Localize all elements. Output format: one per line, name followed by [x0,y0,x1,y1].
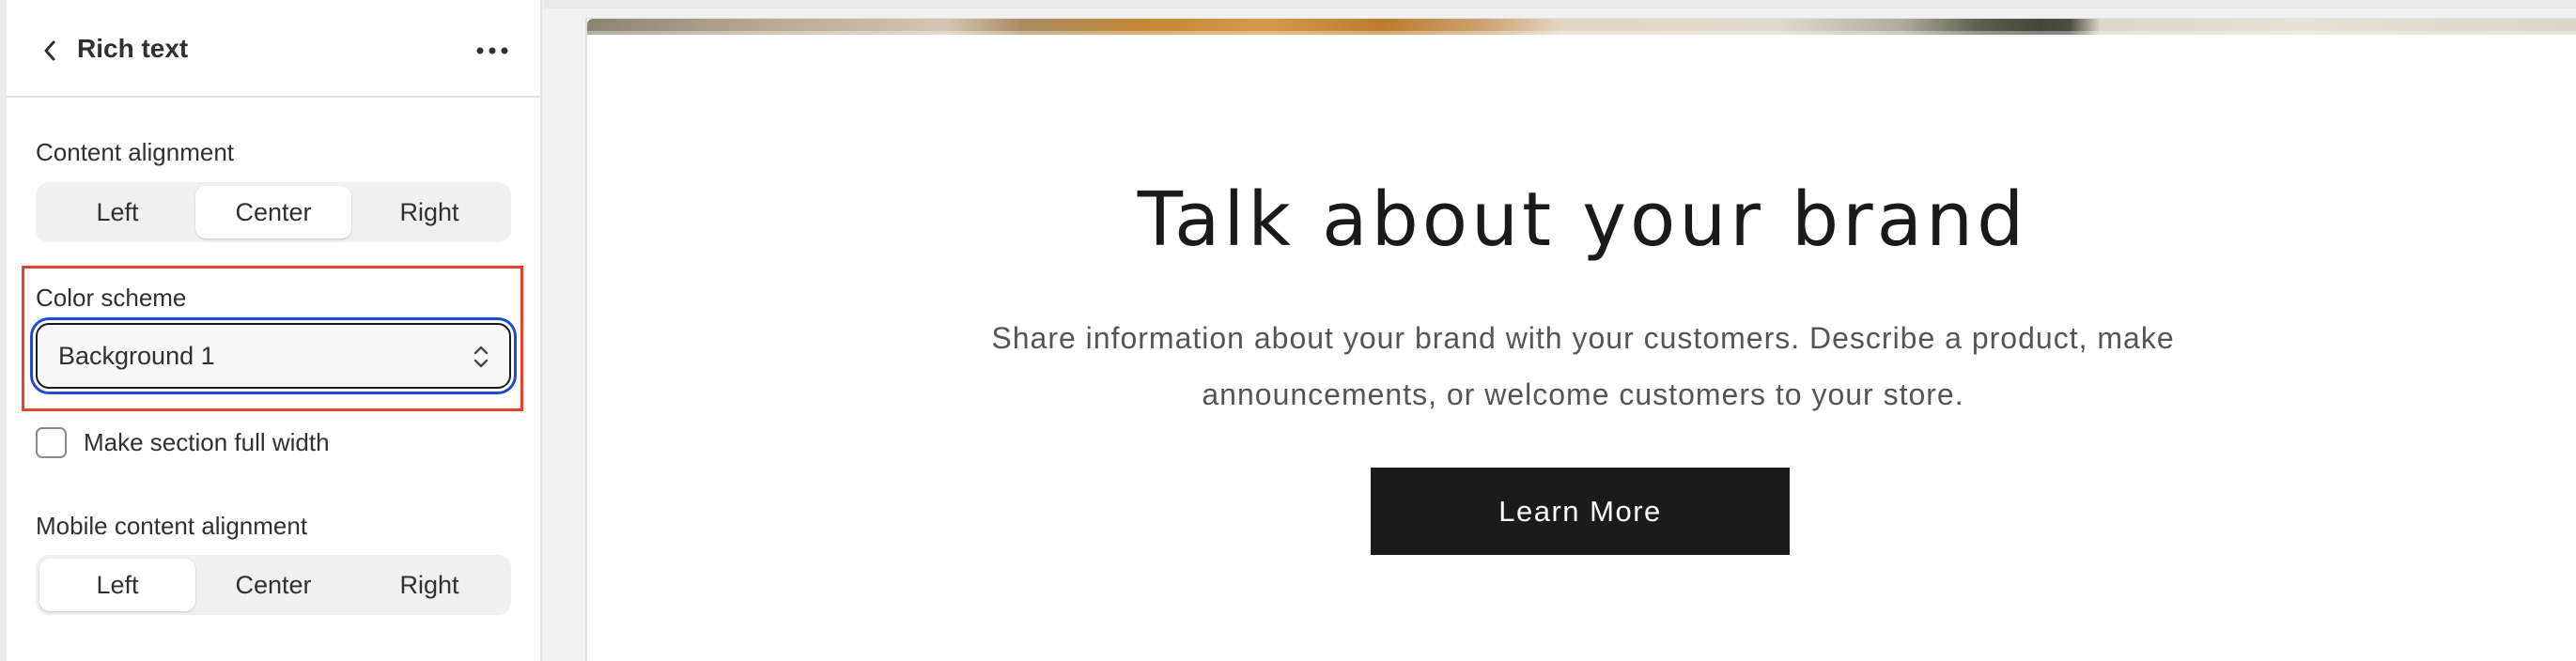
learn-more-button[interactable]: Learn More [1371,468,1790,555]
content-alignment-control: Left Center Right [36,182,511,242]
description-line-2: announcements, or welcome customers to y… [1202,377,1964,411]
settings-sidebar: Rich text Content alignment Left Center … [0,0,542,661]
content-alignment-left[interactable]: Left [39,186,195,238]
full-width-label[interactable]: Make section full width [84,428,330,457]
theme-editor: Rich text Content alignment Left Center … [0,0,2576,661]
mobile-alignment-label: Mobile content alignment [36,512,308,540]
full-width-option: Make section full width [36,427,330,458]
mobile-alignment-left[interactable]: Left [39,559,195,611]
full-width-checkbox[interactable] [36,427,67,458]
rich-text-description: Share information about your brand with … [935,310,2231,423]
mobile-alignment-control: Left Center Right [36,555,511,615]
chevron-left-icon [44,40,55,61]
mobile-alignment-center[interactable]: Center [195,559,351,611]
content-alignment-center[interactable]: Center [195,186,351,238]
sidebar-header: Rich text [7,0,540,98]
more-actions-button[interactable] [465,32,520,69]
color-scheme-label: Color scheme [36,284,187,312]
rich-text-heading: Talk about your brand [1137,177,2028,263]
mobile-alignment-right[interactable]: Right [351,559,507,611]
preview-top-strip [544,0,2576,8]
image-banner-strip [587,19,2576,35]
select-arrows-icon [473,346,489,368]
content-alignment-right[interactable]: Right [351,186,507,238]
color-scheme-select[interactable]: Background 1 [36,323,511,389]
back-button[interactable] [31,32,69,69]
section-title: Rich text [77,34,189,63]
store-preview-frame: Talk about your brand Share information … [585,18,2576,661]
color-scheme-value: Background 1 [58,341,215,370]
description-line-1: Share information about your brand with … [991,321,2175,355]
content-alignment-label: Content alignment [36,138,235,166]
sidebar-edge [0,0,7,661]
more-horizontal-icon [476,47,508,54]
